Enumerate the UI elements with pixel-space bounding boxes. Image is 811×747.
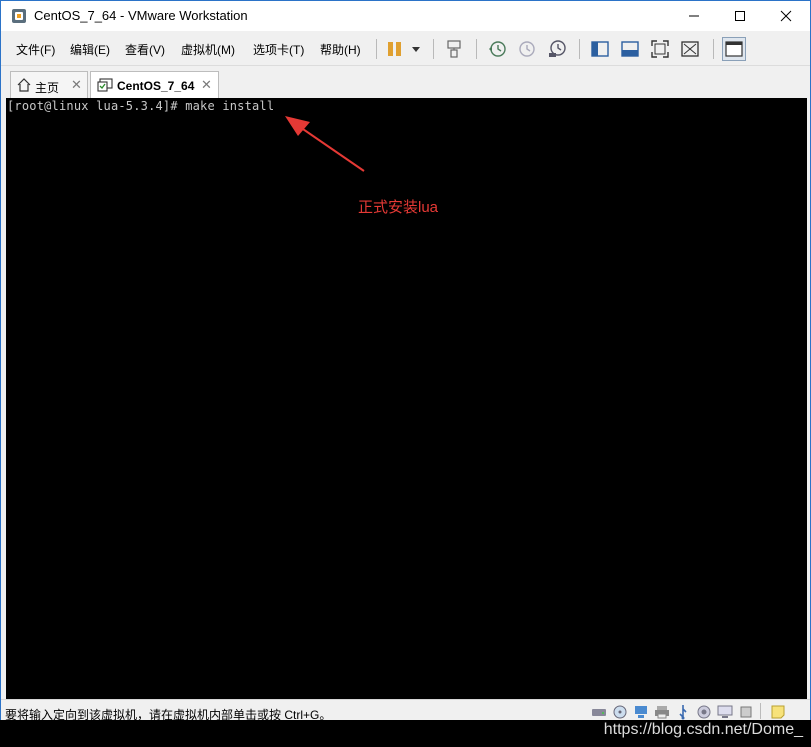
toolbar-separator [476,39,477,59]
tab-centos[interactable]: CentOS_7_64 ✕ [90,71,219,99]
snapshot-manager-icon[interactable] [547,39,567,59]
notes-icon[interactable] [770,704,786,720]
tab-centos-label: CentOS_7_64 [117,79,195,93]
usb-icon[interactable] [675,704,691,720]
close-icon [780,10,792,22]
vm-icon [97,78,113,92]
console-view-icon[interactable] [722,37,746,61]
device-icon[interactable] [738,704,754,720]
revert-snapshot-icon[interactable] [517,39,537,59]
minimize-button[interactable] [671,1,717,31]
maximize-button[interactable] [717,1,763,31]
tab-close-icon[interactable]: ✕ [201,77,212,93]
toolbar-separator [579,39,580,59]
vmware-window: CentOS_7_64 - VMware Workstation 文件(F) 编… [0,0,811,747]
home-icon [17,78,31,92]
show-library-icon[interactable] [590,39,610,59]
menu-file[interactable]: 文件(F) [16,41,55,58]
status-separator [760,703,761,719]
printer-icon[interactable] [654,704,670,720]
menu-vm[interactable]: 虚拟机(M) [181,41,235,58]
status-bar: 要将输入定向到该虚拟机，请在虚拟机内部单击或按 Ctrl+G。 [1,699,810,722]
menu-toolbar: 文件(F) 编辑(E) 查看(V) 虚拟机(M) 选项卡(T) 帮助(H) [1,31,810,66]
menu-help[interactable]: 帮助(H) [320,41,361,58]
menu-tabs[interactable]: 选项卡(T) [253,41,304,58]
vm-console[interactable]: [root@linux lua-5.3.4]# make install 正式安… [6,98,807,699]
send-keys-icon[interactable] [444,39,464,59]
toolbar-separator [713,39,714,59]
vmware-app-icon [12,9,26,23]
tab-home-label: 主页 [35,81,60,95]
pause-icon[interactable] [385,39,405,59]
maximize-icon [735,11,745,21]
menu-edit[interactable]: 编辑(E) [70,41,110,58]
fullscreen-icon[interactable] [650,39,670,59]
unity-icon[interactable] [680,39,700,59]
cd-dvd-icon[interactable] [612,704,628,720]
hard-disk-icon[interactable] [591,704,607,720]
chevron-down-icon[interactable] [406,39,426,59]
toolbar-separator [376,39,377,59]
close-button[interactable] [763,1,809,31]
tab-strip: 主页 ✕ CentOS_7_64 ✕ [1,66,810,99]
annotation-label: 正式安装lua [358,199,439,216]
toolbar-separator [433,39,434,59]
window-title: CentOS_7_64 - VMware Workstation [34,8,248,23]
bottom-strip: https://blog.csdn.net/Dome_ [0,720,811,747]
display-icon[interactable] [717,704,733,720]
title-bar: CentOS_7_64 - VMware Workstation [1,1,810,31]
tab-close-icon[interactable]: ✕ [71,77,82,93]
sound-icon[interactable] [696,704,712,720]
network-adapter-icon[interactable] [633,704,649,720]
thumbnail-bar-icon[interactable] [620,39,640,59]
menu-view[interactable]: 查看(V) [125,41,165,58]
annotation-arrow-icon [285,116,365,172]
watermark-text: https://blog.csdn.net/Dome_ [603,721,803,738]
minimize-icon [689,15,699,17]
tab-home[interactable]: 主页 ✕ [10,71,88,98]
snapshot-icon[interactable] [487,39,507,59]
